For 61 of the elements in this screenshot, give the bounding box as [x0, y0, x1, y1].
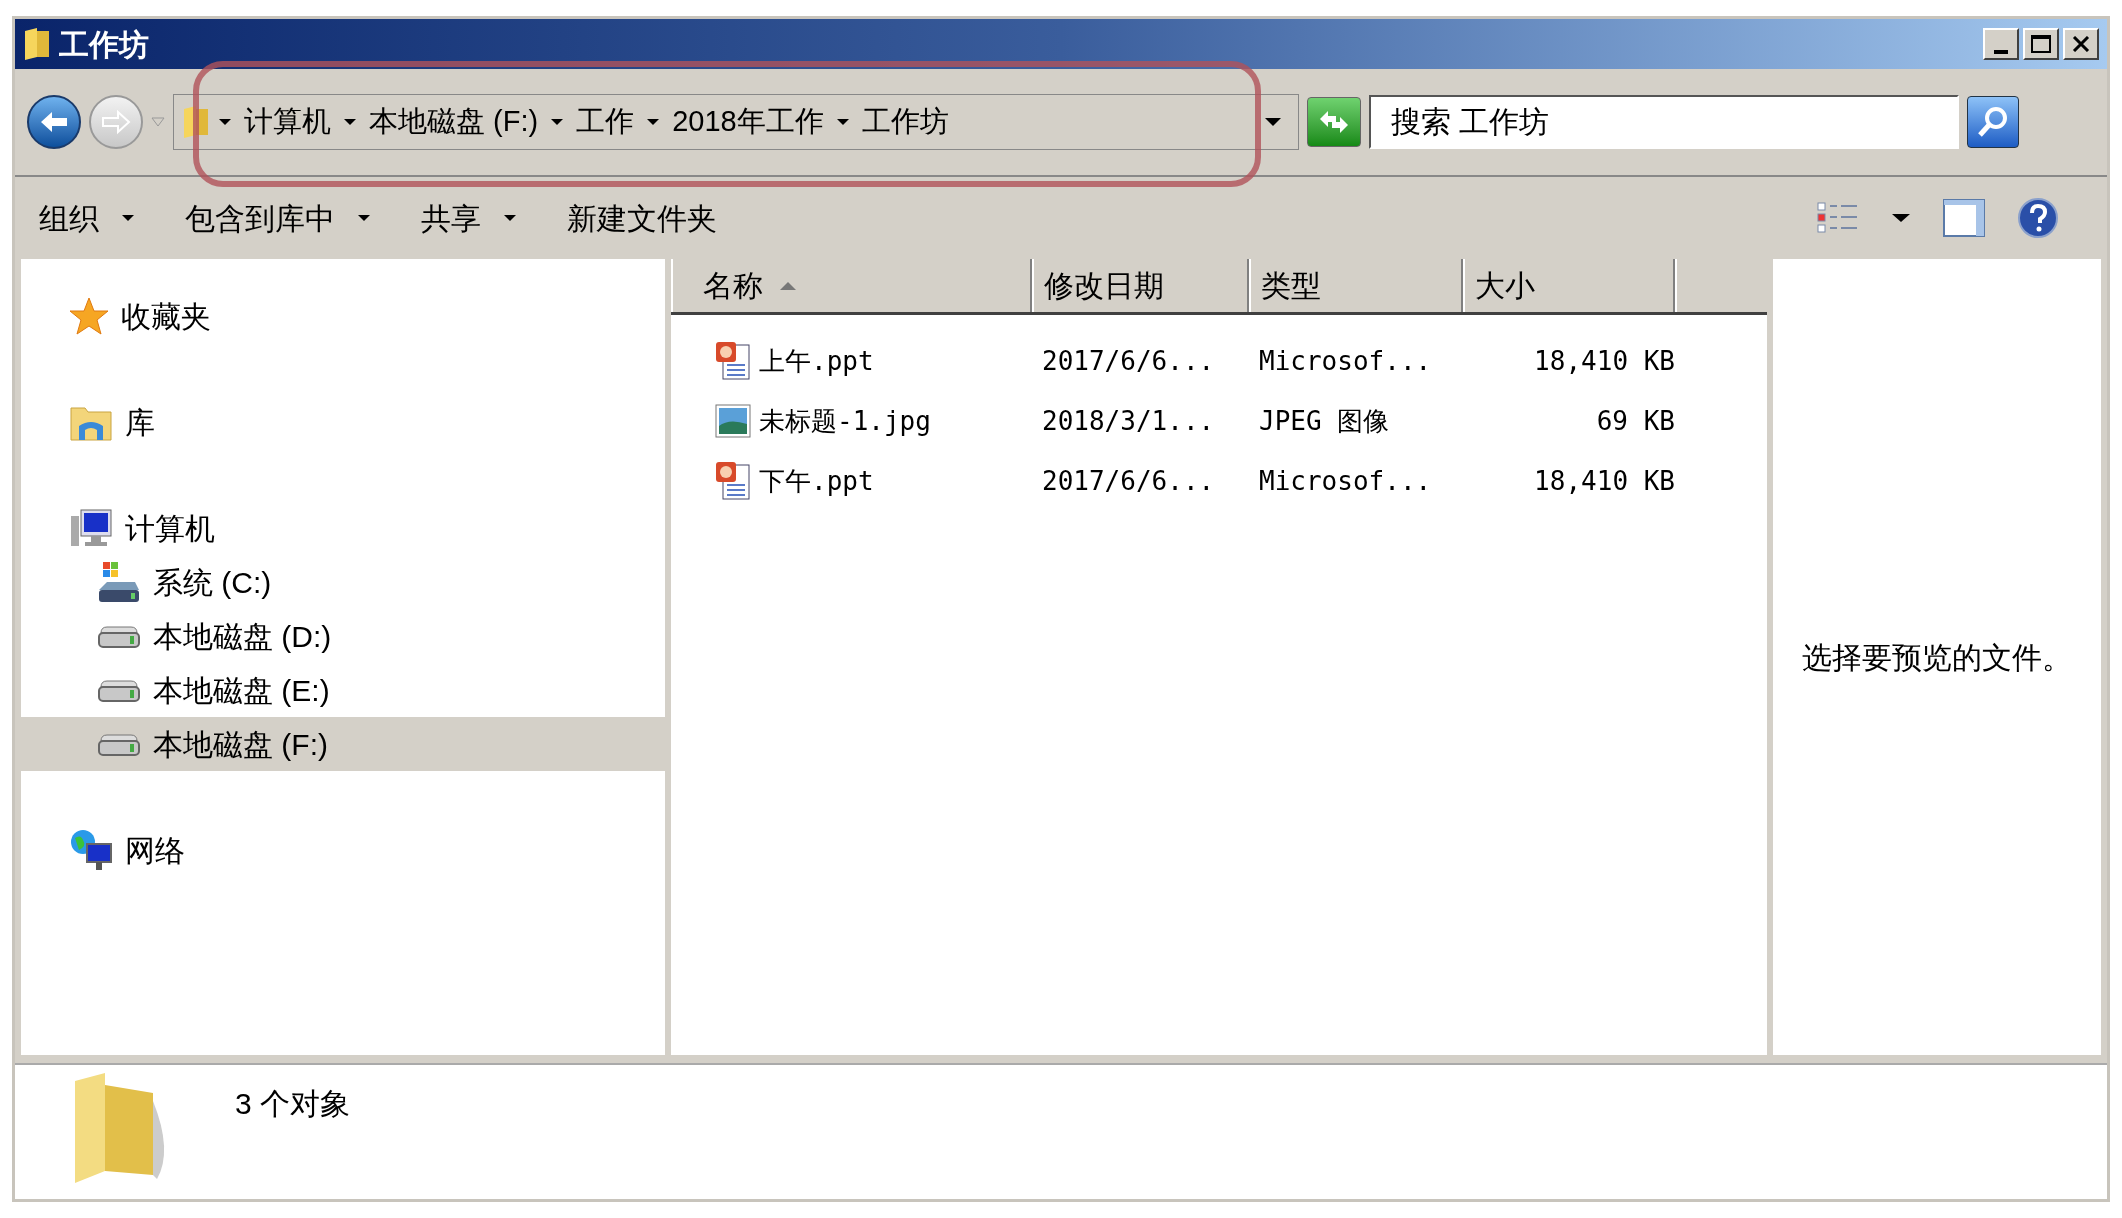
- column-header[interactable]: 类型: [1249, 259, 1463, 312]
- search-button[interactable]: [1967, 96, 2019, 148]
- presentation-file-icon: [715, 341, 751, 381]
- breadcrumb-caret-icon[interactable]: [646, 118, 661, 126]
- table-cell-text: 69 KB: [1595, 404, 1675, 438]
- table-cell-text: 18,410 KB: [1533, 464, 1675, 498]
- search-field[interactable]: 搜索 工作坊: [1369, 95, 1959, 149]
- table-cell-text: 2018/3/1...: [1041, 404, 1216, 438]
- file-name[interactable]: 下午.ppt: [759, 461, 874, 501]
- folder-icon: [23, 27, 51, 61]
- sidebar-item[interactable]: 本地磁盘 (F:): [21, 717, 665, 771]
- presentation-file-icon: [715, 461, 751, 501]
- forward-button[interactable]: [89, 95, 143, 149]
- breadcrumb-caret-icon[interactable]: [835, 118, 850, 126]
- breadcrumb-item[interactable]: 本地磁盘 (F:): [369, 100, 539, 144]
- folder-icon: [182, 105, 210, 139]
- view-list-icon[interactable]: [1817, 202, 1859, 234]
- minimize-button[interactable]: [1983, 28, 2019, 60]
- preview-message: 选择要预览的文件。: [1802, 639, 2072, 676]
- computer-icon: [69, 508, 113, 548]
- file-name[interactable]: 上午.ppt: [759, 341, 874, 381]
- dropdown-caret-icon[interactable]: [1891, 213, 1911, 223]
- table-cell-text: 18,410 KB: [1533, 344, 1675, 378]
- toolbar-button[interactable]: 新建文件夹: [567, 195, 717, 241]
- column-header[interactable]: 大小: [1463, 259, 1675, 312]
- breadcrumb-item[interactable]: 计算机: [244, 100, 331, 144]
- toolbar-button[interactable]: 组织: [39, 195, 137, 241]
- window-title: 工作坊: [59, 26, 149, 63]
- address-bar[interactable]: 计算机 本地磁盘 (F:) 工作 2018年工作 工作坊: [173, 94, 1299, 150]
- toolbar-button[interactable]: 包含到库中: [185, 195, 373, 241]
- forward-arrow-icon: [101, 109, 131, 135]
- network-icon: [69, 828, 113, 872]
- maximize-button[interactable]: [2023, 28, 2059, 60]
- breadcrumb-item[interactable]: 工作坊: [861, 100, 949, 144]
- breadcrumb-item[interactable]: 工作: [576, 100, 635, 144]
- table-cell-text: Microsof...: [1258, 464, 1433, 498]
- column-header[interactable]: 名称: [671, 259, 1032, 312]
- close-button[interactable]: [2063, 28, 2099, 60]
- status-text: 3 个对象: [235, 1086, 351, 1122]
- help-icon[interactable]: [2017, 197, 2059, 239]
- system-drive-icon: [97, 560, 141, 604]
- close-icon: [2072, 36, 2090, 52]
- image-file-icon: [715, 404, 751, 438]
- table-cell-text: JPEG 图像: [1258, 404, 1391, 438]
- breadcrumb-caret-icon[interactable]: [550, 118, 565, 126]
- breadcrumb-item[interactable]: 2018年工作: [672, 100, 824, 144]
- breadcrumb-caret-icon[interactable]: [343, 118, 357, 126]
- file-name[interactable]: 未标题-1.jpg: [759, 401, 931, 441]
- back-button[interactable]: [27, 95, 81, 149]
- refresh-button[interactable]: [1307, 97, 1361, 147]
- toolbar-button[interactable]: 共享: [421, 195, 519, 241]
- table-cell-text: 2017/6/6...: [1041, 464, 1216, 498]
- star-icon: [69, 296, 109, 336]
- table-cell-text: 2017/6/6...: [1041, 344, 1216, 378]
- column-header[interactable]: 修改日期: [1032, 259, 1249, 312]
- dropdown-caret-icon[interactable]: [1264, 117, 1282, 127]
- breadcrumb-caret-icon[interactable]: [218, 118, 232, 126]
- table-cell-text: Microsof...: [1258, 344, 1433, 378]
- back-arrow-icon: [39, 109, 69, 135]
- search-icon: [1976, 105, 2010, 139]
- preview-pane-icon[interactable]: [1943, 199, 1985, 237]
